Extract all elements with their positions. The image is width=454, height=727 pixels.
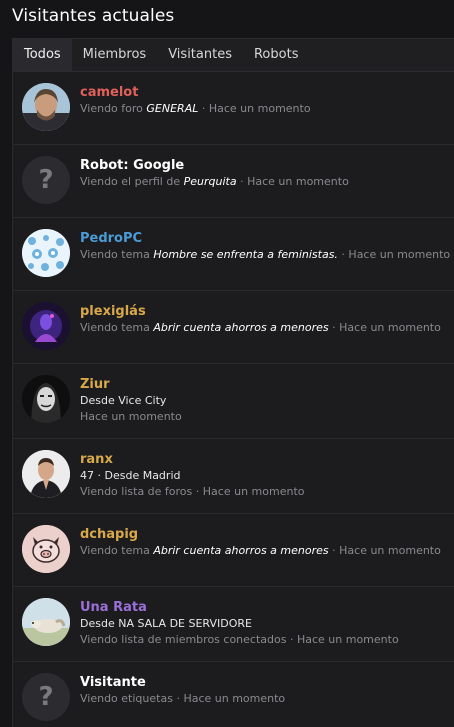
question-placeholder-icon: ?	[22, 673, 70, 721]
visitor-row: ? Robot: Google Viendo el perfil de Peur…	[13, 145, 454, 218]
pig-face-icon[interactable]	[22, 525, 70, 573]
visitor-row: ? Visitante Viendo etiquetas · Hace un m…	[13, 662, 454, 727]
man-praying-icon[interactable]	[22, 450, 70, 498]
tab-bar: Todos Miembros Visitantes Robots	[13, 39, 454, 72]
visitor-activity: Viendo el perfil de Peurquita · Hace un …	[80, 175, 349, 188]
activity-link[interactable]: Peurquita	[184, 175, 237, 188]
visitor-row: plexiglás Viendo tema Abrir cuenta ahorr…	[13, 291, 454, 364]
visitor-name[interactable]: dchapig	[80, 527, 454, 543]
visitor-name[interactable]: plexiglás	[80, 304, 454, 320]
visitor-time: Hace un momento	[247, 175, 349, 188]
photo-man-icon[interactable]	[22, 83, 70, 131]
visitor-row: PedroPC Viendo tema Hombre se enfrenta a…	[13, 218, 454, 291]
visitor-location: Desde Vice City	[80, 394, 167, 407]
visitor-row: ranx 47 · Desde Madrid Viendo lista de f…	[13, 439, 454, 514]
visitor-name[interactable]: camelot	[80, 85, 454, 101]
question-placeholder-icon: ?	[22, 156, 70, 204]
visitor-activity: Viendo tema Abrir cuenta ahorros a menor…	[80, 544, 441, 557]
visitor-activity: Viendo foro GENERAL · Hace un momento	[80, 102, 311, 115]
dog-photo-icon[interactable]	[22, 598, 70, 646]
anonymous-mask-icon[interactable]	[22, 375, 70, 423]
tab-miembros[interactable]: Miembros	[72, 39, 158, 71]
visitor-activity: Viendo lista de foros · Hace un momento	[80, 485, 305, 498]
visitor-activity: Viendo lista de miembros conectados · Ha…	[80, 633, 399, 646]
visitor-row: camelot Viendo foro GENERAL · Hace un mo…	[13, 72, 454, 145]
visitors-panel: Todos Miembros Visitantes Robots camelot…	[12, 38, 454, 727]
visitor-name: Robot: Google	[80, 158, 185, 173]
activity-link[interactable]: Abrir cuenta ahorros a menores	[153, 321, 328, 334]
visitor-name[interactable]: Una Rata	[80, 600, 454, 616]
visitor-name: Visitante	[80, 675, 146, 690]
visitor-time: Hace un momento	[80, 410, 182, 423]
activity-link[interactable]: Abrir cuenta ahorros a menores	[153, 544, 328, 557]
visitor-name[interactable]: Ziur	[80, 377, 454, 393]
visitor-location: 47 · Desde Madrid	[80, 469, 181, 482]
visitor-time: Hace un momento	[183, 692, 286, 705]
visitor-location: Desde NA SALA DE SERVIDORE	[80, 617, 252, 630]
activity-link[interactable]: GENERAL	[146, 102, 198, 115]
visitor-time: Hace un momento	[208, 102, 311, 115]
visitor-time: Hace un momento	[339, 544, 441, 557]
visitor-name[interactable]: PedroPC	[80, 231, 454, 247]
visitor-time: Hace un momento	[339, 321, 441, 334]
visitor-time: Hace un momento	[296, 633, 399, 646]
visitor-name[interactable]: ranx	[80, 452, 454, 468]
visitor-activity: Viendo tema Hombre se enfrenta a feminis…	[80, 248, 451, 261]
visitor-row: Ziur Desde Vice City Hace un momento	[13, 364, 454, 439]
tab-visitantes[interactable]: Visitantes	[157, 39, 243, 71]
tab-robots[interactable]: Robots	[243, 39, 309, 71]
activity-link[interactable]: Hombre se enfrenta a feministas.	[153, 248, 338, 261]
purple-figure-icon[interactable]	[22, 302, 70, 350]
visitor-row: Una Rata Desde NA SALA DE SERVIDORE Vien…	[13, 587, 454, 662]
visitor-activity: Viendo tema Abrir cuenta ahorros a menor…	[80, 321, 441, 334]
visitor-time: Hace un momento	[348, 248, 451, 261]
tab-todos[interactable]: Todos	[13, 39, 72, 71]
visitor-activity: Viendo etiquetas · Hace un momento	[80, 692, 286, 705]
page-title: Visitantes actuales	[12, 6, 175, 26]
visitor-row: dchapig Viendo tema Abrir cuenta ahorros…	[13, 514, 454, 587]
visitor-time: Hace un momento	[202, 485, 305, 498]
snowflake-pattern-icon[interactable]	[22, 229, 70, 277]
